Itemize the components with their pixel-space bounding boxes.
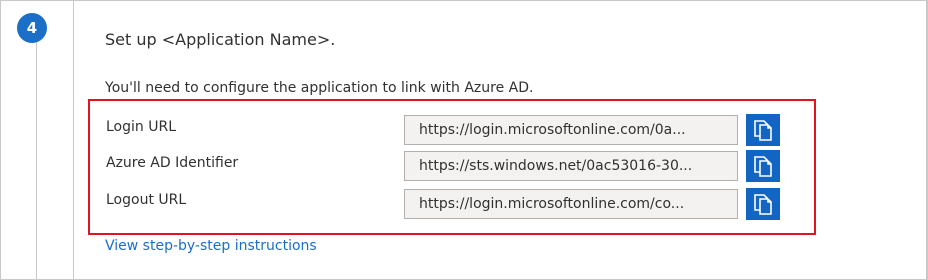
view-instructions-link[interactable]: View step-by-step instructions (105, 238, 317, 254)
copy-icon (754, 194, 772, 215)
copy-icon (754, 120, 772, 141)
step-number-badge: 4 (17, 13, 47, 43)
copy-icon (754, 156, 772, 177)
copy-logout-url-button[interactable] (746, 188, 780, 220)
azure-ad-identifier-label: Azure AD Identifier (106, 155, 239, 171)
login-url-label: Login URL (106, 119, 176, 135)
logout-url-field[interactable]: https://login.microsoftonline.com/co... (404, 189, 738, 219)
section-title: Set up <Application Name>. (105, 30, 336, 49)
copy-azure-ad-identifier-button[interactable] (746, 150, 780, 182)
logout-url-label: Logout URL (106, 192, 187, 208)
step-connector-line (36, 40, 37, 280)
copy-login-url-button[interactable] (746, 114, 780, 146)
azure-ad-identifier-field[interactable]: https://sts.windows.net/0ac53016-30... (404, 151, 738, 181)
login-url-field[interactable]: https://login.microsoftonline.com/0a... (404, 115, 738, 145)
section-description: You'll need to configure the application… (105, 80, 534, 96)
